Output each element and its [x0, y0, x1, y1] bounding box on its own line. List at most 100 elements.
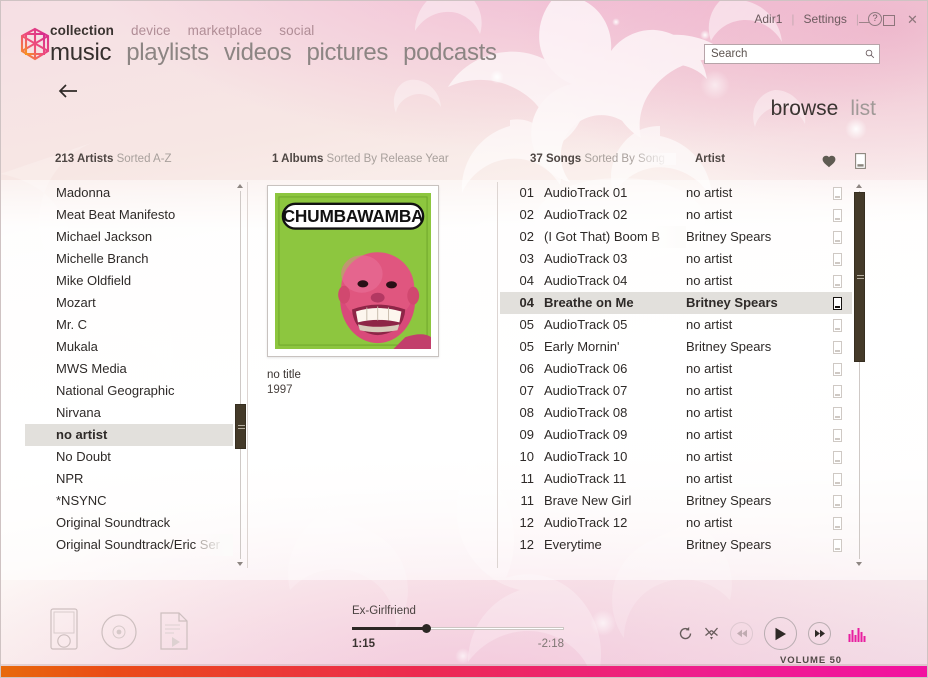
sync-device-icon[interactable]	[826, 538, 848, 552]
sync-device-icon[interactable]	[826, 318, 848, 332]
table-row[interactable]: 12 Everytime Britney Spears	[500, 534, 852, 556]
previous-button[interactable]	[730, 622, 753, 645]
table-row[interactable]: 11 Brave New Girl Britney Spears	[500, 490, 852, 512]
list-item[interactable]: NPR	[25, 468, 233, 490]
artists-scrollbar[interactable]	[234, 182, 247, 568]
scroll-up-arrow-icon[interactable]	[855, 182, 864, 190]
song-list[interactable]: 01 AudioTrack 01 no artist 02 AudioTrack 02 n…	[500, 182, 852, 568]
table-row[interactable]: 05 AudioTrack 05 no artist	[500, 314, 852, 336]
list-item[interactable]: Michelle Branch	[25, 248, 233, 270]
list-item[interactable]: Original Soundtrack	[25, 512, 233, 534]
sync-device-icon[interactable]	[826, 494, 848, 508]
equalizer-icon[interactable]	[848, 626, 866, 642]
list-item[interactable]: Mozart	[25, 292, 233, 314]
table-row[interactable]: 10 AudioTrack 10 no artist	[500, 446, 852, 468]
nav-playlists[interactable]: playlists	[126, 39, 209, 67]
list-item[interactable]: no artist	[25, 424, 233, 446]
device-icon[interactable]	[855, 153, 866, 169]
sync-device-icon[interactable]	[826, 186, 848, 200]
nav-collection[interactable]: collection	[50, 23, 114, 38]
sync-device-icon[interactable]	[826, 340, 848, 354]
table-row[interactable]: 09 AudioTrack 09 no artist	[500, 424, 852, 446]
table-row[interactable]: 03 AudioTrack 03 no artist	[500, 248, 852, 270]
sync-device-icon[interactable]	[826, 384, 848, 398]
sync-device-icon[interactable]	[826, 516, 848, 530]
songs-column-header[interactable]: 37 Songs Sorted By Song N	[530, 153, 677, 165]
table-row[interactable]: 02 (I Got That) Boom B Britney Spears	[500, 226, 852, 248]
album-card[interactable]: CHUMBAWAMBA no title 1997	[267, 185, 439, 398]
songs-sort[interactable]: Sorted By Song N	[584, 153, 677, 165]
sync-device-icon[interactable]	[826, 406, 848, 420]
list-item[interactable]: National Geographic	[25, 380, 233, 402]
artists-sort[interactable]: Sorted A-Z	[117, 153, 172, 165]
list-item[interactable]: Mr. C	[25, 314, 233, 336]
sync-device-icon[interactable]	[826, 252, 848, 266]
nav-music[interactable]: music	[50, 39, 111, 67]
nav-pictures[interactable]: pictures	[306, 39, 388, 67]
minimize-icon[interactable]	[859, 14, 870, 25]
close-icon[interactable]: ✕	[907, 13, 918, 26]
list-item[interactable]: Madonna	[25, 182, 233, 204]
tab-list[interactable]: list	[850, 97, 876, 121]
albums-sort[interactable]: Sorted By Release Year	[327, 153, 449, 165]
artist-list[interactable]: Madonna Meat Beat Manifesto Michael Jackso…	[25, 182, 233, 568]
list-item[interactable]: No Doubt	[25, 446, 233, 468]
nav-marketplace[interactable]: marketplace	[188, 23, 263, 38]
sync-device-icon[interactable]	[826, 472, 848, 486]
nav-podcasts[interactable]: podcasts	[403, 39, 497, 67]
maximize-icon[interactable]	[883, 14, 895, 26]
table-row[interactable]: 11 AudioTrack 11 no artist	[500, 468, 852, 490]
playback-controls[interactable]	[678, 617, 866, 650]
search-icon[interactable]	[865, 47, 875, 61]
list-item[interactable]: Michael Jackson	[25, 226, 233, 248]
list-item[interactable]: MWS Media	[25, 358, 233, 380]
nav-device[interactable]: device	[131, 23, 171, 38]
list-item[interactable]: Meat Beat Manifesto	[25, 204, 233, 226]
list-item[interactable]: Nirvana	[25, 402, 233, 424]
sync-device-icon[interactable]	[826, 208, 848, 222]
artist-column-label[interactable]: Artist	[695, 153, 725, 165]
scroll-down-arrow-icon[interactable]	[236, 560, 245, 568]
table-row[interactable]: 01 AudioTrack 01 no artist	[500, 182, 852, 204]
table-row[interactable]: 12 AudioTrack 12 no artist	[500, 512, 852, 534]
next-button[interactable]	[808, 622, 831, 645]
view-mode-tabs[interactable]: browse list	[771, 97, 876, 121]
settings-link[interactable]: Settings	[804, 12, 847, 26]
sync-device-icon[interactable]	[826, 362, 848, 376]
device-icon[interactable]	[50, 608, 78, 650]
seek-handle[interactable]	[422, 624, 432, 633]
scrollbar-thumb[interactable]	[854, 192, 865, 362]
sync-device-icon[interactable]	[826, 296, 848, 310]
nav-videos[interactable]: videos	[224, 39, 292, 67]
search-input[interactable]	[711, 48, 865, 60]
table-row[interactable]: 05 Early Mornin' Britney Spears	[500, 336, 852, 358]
table-row[interactable]: 04 AudioTrack 04 no artist	[500, 270, 852, 292]
scrollbar-track[interactable]	[240, 191, 241, 559]
tab-browse[interactable]: browse	[771, 97, 839, 121]
album-title[interactable]: no title	[267, 368, 439, 383]
list-item[interactable]: *NSYNC	[25, 490, 233, 512]
shuffle-icon[interactable]	[704, 626, 719, 641]
scroll-up-arrow-icon[interactable]	[236, 182, 245, 190]
repeat-icon[interactable]	[678, 626, 693, 641]
header-action-icons[interactable]	[822, 153, 866, 169]
sync-device-icon[interactable]	[826, 450, 848, 464]
nav-social[interactable]: social	[279, 23, 314, 38]
sync-device-icon[interactable]	[826, 428, 848, 442]
sync-device-icon[interactable]	[826, 274, 848, 288]
table-row[interactable]: 06 AudioTrack 06 no artist	[500, 358, 852, 380]
source-icons[interactable]	[50, 608, 188, 650]
list-item[interactable]: Mukala	[25, 336, 233, 358]
albums-column-header[interactable]: 1 Albums Sorted By Release Year	[272, 153, 449, 165]
search-box[interactable]	[704, 44, 880, 64]
album-cover-art[interactable]: CHUMBAWAMBA	[275, 193, 431, 349]
heart-icon[interactable]	[822, 155, 836, 168]
artists-column-header[interactable]: 213 Artists Sorted A-Z	[55, 153, 172, 165]
window-controls[interactable]: ✕	[859, 13, 918, 26]
main-navigation[interactable]: music playlists videos pictures podcasts	[50, 39, 497, 67]
songs-scrollbar[interactable]	[853, 182, 866, 568]
play-button[interactable]	[764, 617, 797, 650]
top-navigation[interactable]: collection device marketplace social	[50, 23, 314, 38]
scroll-down-arrow-icon[interactable]	[855, 560, 864, 568]
scrollbar-thumb[interactable]	[235, 404, 246, 449]
